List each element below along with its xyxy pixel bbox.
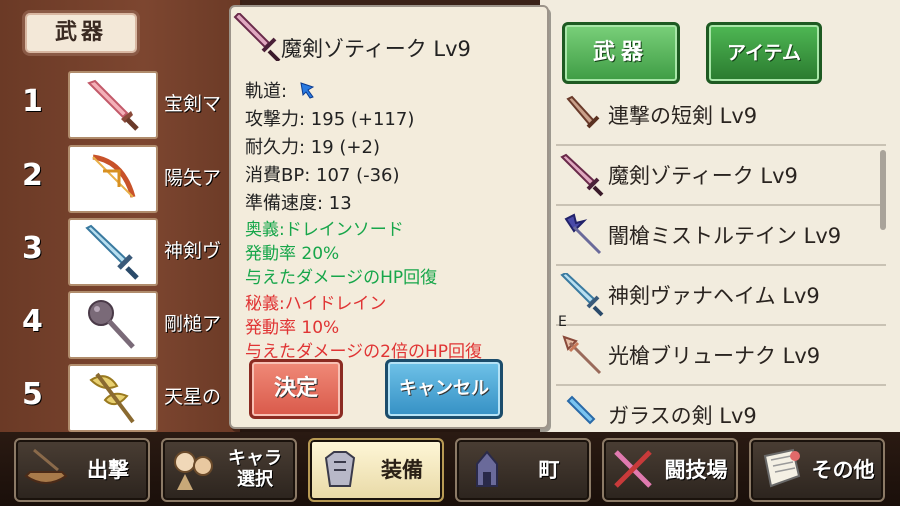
nav-arena-button[interactable]: 闘技場 [602, 438, 738, 502]
nav-label: 町 [538, 457, 560, 482]
nav-character-select-button[interactable]: キャラ 選択 [161, 438, 297, 502]
prep-speed-stat: 準備速度: 13 [245, 193, 352, 214]
item-name: 光槍ブリューナク Lv9 [608, 344, 821, 368]
sword-blue-icon [68, 218, 158, 286]
secret-skill-rate: 発動率 20% [245, 244, 340, 264]
cancel-button[interactable]: キャンセル [385, 359, 503, 419]
sword-dark-icon [556, 149, 608, 201]
slot-number: 4 [22, 304, 43, 339]
item-name: ガラスの剣 Lv9 [608, 404, 757, 428]
nav-town-button[interactable]: 町 [455, 438, 591, 502]
bottom-navigation: 出撃 キャラ 選択 装備 町 闘技場 その他 [0, 432, 900, 506]
slot-number: 2 [22, 158, 43, 193]
dagger-icon [556, 89, 608, 141]
secret-skill-desc: 与えたダメージのHP回復 [245, 268, 438, 288]
slot-number: 1 [22, 84, 43, 119]
nav-label: 出撃 [87, 457, 129, 482]
slot-number: 3 [22, 231, 43, 266]
secret-skill-name: 奥義:ドレインソード [245, 220, 404, 240]
nav-label: その他 [811, 457, 875, 482]
mace-icon [68, 291, 158, 359]
weapon-slot-3[interactable]: 3 神剣ヴ [0, 215, 240, 286]
weapon-slot-5[interactable]: 5 天星の [0, 361, 240, 432]
nav-label: キャラ 選択 [228, 448, 282, 490]
weapon-panel-header: 武器 [22, 10, 140, 56]
confirm-button[interactable]: 決定 [249, 359, 343, 419]
item-name: 魔剣ゾティーク Lv9 [608, 164, 798, 188]
tab-item[interactable]: アイテム [706, 22, 822, 84]
list-item[interactable]: 神剣ヴァナヘイム Lv9 E [556, 266, 886, 330]
item-name: 神剣ヴァナヘイム Lv9 [608, 284, 820, 308]
arena-icon [610, 446, 658, 494]
sword-glass-icon [556, 389, 608, 432]
scroll-icon [757, 446, 805, 494]
trajectory-label: 軌道: [245, 81, 288, 102]
bp-stat: 消費BP: 107 (-36) [245, 165, 400, 186]
weapon-slot-4[interactable]: 4 剛槌ア [0, 288, 240, 359]
attack-stat: 攻撃力: 195 (+117) [245, 109, 415, 130]
inventory-panel: 武器 アイテム 連撃の短剣 Lv9 魔剣ゾティーク Lv9 闇槍ミストルテイン … [540, 0, 900, 432]
sword-dark-icon [233, 11, 281, 63]
item-name: 闇槍ミストルテイン Lv9 [608, 224, 842, 248]
nav-other-button[interactable]: その他 [749, 438, 885, 502]
town-icon [463, 446, 511, 494]
list-scrollbar[interactable] [880, 150, 886, 230]
bow-icon [68, 145, 158, 213]
nav-sortie-button[interactable]: 出撃 [14, 438, 150, 502]
weapon-inventory-list: 連撃の短剣 Lv9 魔剣ゾティーク Lv9 闇槍ミストルテイン Lv9 神剣ヴァ… [556, 86, 886, 432]
list-item[interactable]: 魔剣ゾティーク Lv9 [556, 146, 886, 206]
armor-icon [316, 446, 364, 494]
slot-number: 5 [22, 377, 43, 412]
weapon-detail-popup: 魔剣ゾティーク Lv9 軌道: 攻撃力: 195 (+117) 耐久力: 19 … [229, 5, 549, 429]
hidden-skill-name: 秘義:ハイドレイン [245, 294, 387, 314]
list-item[interactable]: ガラスの剣 Lv9 [556, 386, 886, 432]
durability-stat: 耐久力: 19 (+2) [245, 137, 380, 158]
character-icon [169, 446, 217, 494]
equipped-weapons-panel: 武器 1 宝剣マ 2 陽矢ア 3 神剣ヴ 4 剛槌ア 5 天星の [0, 0, 242, 432]
list-item[interactable]: 光槍ブリューナク Lv9 [556, 326, 886, 386]
list-item[interactable]: 闇槍ミストルテイン Lv9 [556, 206, 886, 266]
spear-dark-icon [556, 209, 608, 261]
weapon-slot-2[interactable]: 2 陽矢ア [0, 142, 240, 213]
trajectory-row: 軌道: [245, 77, 317, 104]
axe-icon [68, 364, 158, 432]
nav-equip-button[interactable]: 装備 [308, 438, 444, 502]
nav-label: 闘技場 [664, 457, 728, 482]
weapon-slot-1[interactable]: 1 宝剣マ [0, 68, 240, 139]
detail-weapon-name: 魔剣ゾティーク Lv9 [281, 37, 471, 61]
nav-label: 装備 [381, 457, 423, 482]
sword-pink-icon [68, 71, 158, 139]
list-item[interactable]: 連撃の短剣 Lv9 [556, 86, 886, 146]
arrow-icon [299, 81, 317, 104]
spear-light-icon [556, 329, 608, 381]
tab-weapon[interactable]: 武器 [562, 22, 680, 84]
ship-icon [22, 446, 70, 494]
item-name: 連撃の短剣 Lv9 [608, 104, 758, 128]
hidden-skill-rate: 発動率 10% [245, 318, 340, 338]
